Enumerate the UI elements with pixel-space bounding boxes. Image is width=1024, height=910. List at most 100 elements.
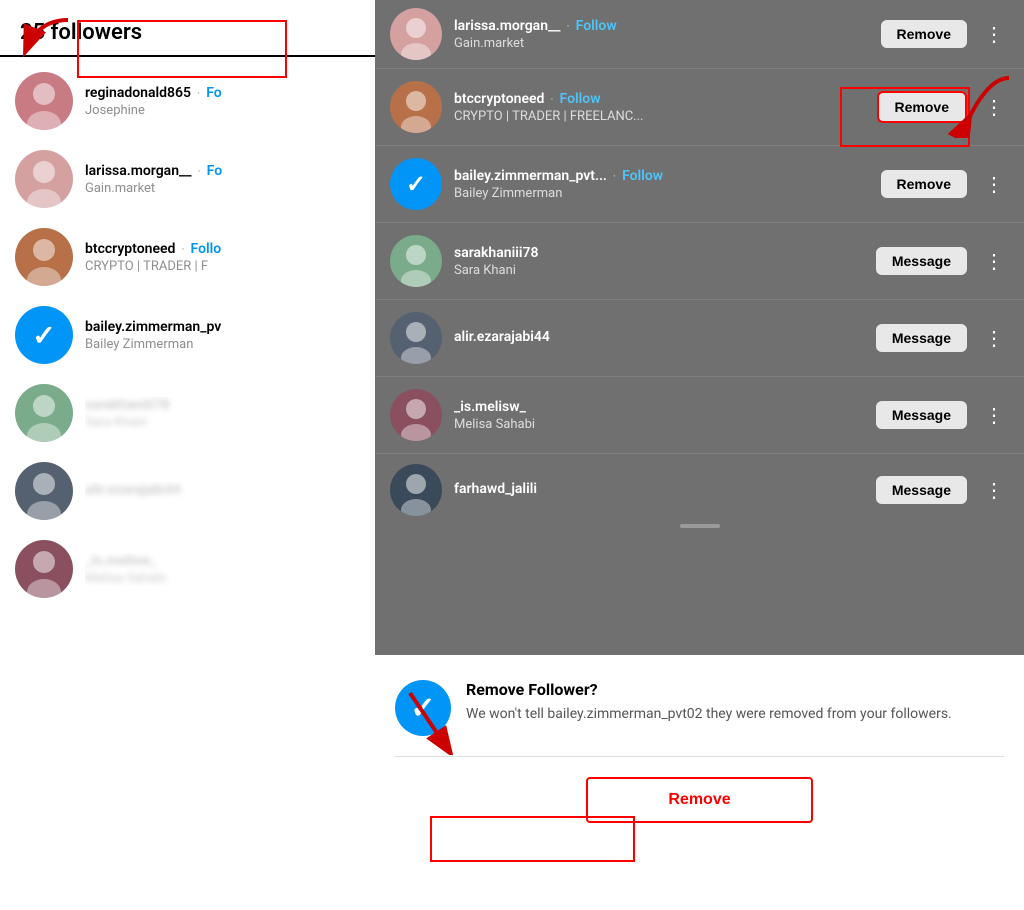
avatar bbox=[390, 8, 442, 60]
avatar bbox=[15, 150, 73, 208]
list-item[interactable]: btccryptoneed · Follo CRYPTO | TRADER | … bbox=[0, 218, 375, 296]
display-name: Gain.market bbox=[454, 36, 734, 51]
display-name: CRYPTO | TRADER | F bbox=[85, 259, 305, 274]
list-item[interactable]: alir.ezarajabi44 bbox=[0, 452, 375, 530]
right-followers-overlay: larissa.morgan__ · Follow Gain.market Re… bbox=[375, 0, 1024, 660]
list-item[interactable]: btccryptoneed · Follow CRYPTO | TRADER |… bbox=[375, 69, 1024, 146]
username: alir.ezarajabi44 bbox=[85, 482, 181, 498]
avatar bbox=[390, 464, 442, 516]
sheet-content: ✓ Remove Follower? We won't tell bailey.… bbox=[375, 655, 1024, 756]
avatar bbox=[390, 389, 442, 441]
user-info: larissa.morgan__ · Follow Gain.market bbox=[454, 18, 869, 51]
list-item[interactable]: alir.ezarajabi44 Message ⋮ bbox=[375, 300, 1024, 377]
remove-button[interactable]: Remove bbox=[881, 170, 967, 198]
avatar bbox=[15, 228, 73, 286]
follow-link[interactable]: Follow bbox=[576, 18, 617, 34]
username: reginadonald865 bbox=[85, 85, 191, 101]
username: btccryptoneed bbox=[85, 241, 175, 257]
more-options-icon[interactable]: ⋮ bbox=[979, 326, 1009, 350]
user-info: bailey.zimmerman_pv Bailey Zimmerman bbox=[85, 319, 360, 352]
username: bailey.zimmerman_pv bbox=[85, 319, 221, 335]
message-button[interactable]: Message bbox=[876, 324, 967, 352]
username: farhawd_jalili bbox=[454, 481, 537, 497]
display-name: Melisa Sahabi bbox=[454, 417, 734, 432]
remove-follower-sheet: ✓ Remove Follower? We won't tell bailey.… bbox=[375, 655, 1024, 910]
avatar bbox=[390, 235, 442, 287]
avatar bbox=[390, 81, 442, 133]
display-name: CRYPTO | TRADER | FREELANC... bbox=[454, 109, 734, 124]
follow-link[interactable]: Follo bbox=[191, 241, 222, 257]
user-info: farhawd_jalili bbox=[454, 481, 864, 499]
username: larissa.morgan__ bbox=[85, 163, 192, 179]
message-button[interactable]: Message bbox=[876, 476, 967, 504]
user-info: _is.melisw_ Melisa Sahabi bbox=[85, 553, 360, 586]
scroll-indicator bbox=[680, 524, 720, 528]
checkmark-icon: ✓ bbox=[32, 319, 55, 352]
list-item[interactable]: _is.melisw_ Melisa Sahabi bbox=[0, 530, 375, 608]
list-item[interactable]: farhawd_jalili Message ⋮ bbox=[375, 454, 1024, 516]
avatar bbox=[15, 540, 73, 598]
avatar bbox=[15, 384, 73, 442]
list-item[interactable]: sarakhaniii78 Sara Khani Message ⋮ bbox=[375, 223, 1024, 300]
more-options-icon[interactable]: ⋮ bbox=[979, 249, 1009, 273]
avatar: ✓ bbox=[15, 306, 73, 364]
user-info: sarakhaniii78 Sara Khani bbox=[85, 397, 360, 430]
sheet-remove-button[interactable]: Remove bbox=[586, 777, 812, 823]
more-options-icon[interactable]: ⋮ bbox=[979, 478, 1009, 502]
left-followers-panel: 25 followers reginadonald865 · Fo Joseph… bbox=[0, 0, 375, 910]
follow-link[interactable]: Follow bbox=[622, 168, 663, 184]
sheet-title: Remove Follower? bbox=[466, 680, 1004, 699]
display-name: Bailey Zimmerman bbox=[454, 186, 734, 201]
avatar: ✓ bbox=[390, 158, 442, 210]
annotation-arrow-topright bbox=[939, 68, 1019, 138]
message-button[interactable]: Message bbox=[876, 401, 967, 429]
user-info: sarakhaniii78 Sara Khani bbox=[454, 245, 864, 278]
user-info: btccryptoneed · Follo CRYPTO | TRADER | … bbox=[85, 241, 360, 274]
username: _is.melisw_ bbox=[85, 553, 157, 569]
checkmark-icon: ✓ bbox=[406, 170, 426, 198]
username: sarakhaniii78 bbox=[454, 245, 539, 261]
user-info: alir.ezarajabi44 bbox=[454, 329, 864, 347]
avatar bbox=[390, 312, 442, 364]
username: larissa.morgan__ bbox=[454, 18, 561, 34]
display-name: Sara Khani bbox=[454, 263, 734, 278]
display-name: Melisa Sahabi bbox=[85, 571, 305, 586]
user-info: alir.ezarajabi44 bbox=[85, 482, 360, 500]
display-name: Josephine bbox=[85, 103, 305, 118]
list-item[interactable]: sarakhaniii78 Sara Khani bbox=[0, 374, 375, 452]
list-item[interactable]: reginadonald865 · Fo Josephine bbox=[0, 62, 375, 140]
username: sarakhaniii78 bbox=[85, 397, 170, 413]
sheet-text: Remove Follower? We won't tell bailey.zi… bbox=[466, 680, 1004, 725]
avatar bbox=[15, 72, 73, 130]
username: btccryptoneed bbox=[454, 91, 544, 107]
username: _is.melisw_ bbox=[454, 399, 526, 415]
user-info: larissa.morgan__ · Fo Gain.market bbox=[85, 163, 360, 196]
list-item[interactable]: larissa.morgan__ · Fo Gain.market bbox=[0, 140, 375, 218]
annotation-arrow-sheet bbox=[390, 685, 470, 755]
display-name: Sara Khani bbox=[85, 415, 305, 430]
display-name: Bailey Zimmerman bbox=[85, 337, 305, 352]
more-options-icon[interactable]: ⋮ bbox=[979, 22, 1009, 46]
list-item[interactable]: ✓ bailey.zimmerman_pvt... · Follow Baile… bbox=[375, 146, 1024, 223]
message-button[interactable]: Message bbox=[876, 247, 967, 275]
list-item[interactable]: larissa.morgan__ · Follow Gain.market Re… bbox=[375, 0, 1024, 69]
sheet-description: We won't tell bailey.zimmerman_pvt02 the… bbox=[466, 705, 1004, 725]
follow-link[interactable]: Follow bbox=[560, 91, 601, 107]
remove-button[interactable]: Remove bbox=[881, 20, 967, 48]
more-options-icon[interactable]: ⋮ bbox=[979, 403, 1009, 427]
user-info: _is.melisw_ Melisa Sahabi bbox=[454, 399, 864, 432]
list-item[interactable]: ✓ bailey.zimmerman_pv Bailey Zimmerman bbox=[0, 296, 375, 374]
username: bailey.zimmerman_pvt... bbox=[454, 168, 607, 184]
sheet-divider bbox=[395, 756, 1004, 757]
username: alir.ezarajabi44 bbox=[454, 329, 550, 345]
follow-link[interactable]: Fo bbox=[206, 85, 221, 101]
list-item[interactable]: _is.melisw_ Melisa Sahabi Message ⋮ bbox=[375, 377, 1024, 454]
avatar bbox=[15, 462, 73, 520]
display-name: Gain.market bbox=[85, 181, 305, 196]
annotation-arrow-topleft bbox=[8, 12, 78, 67]
user-info: reginadonald865 · Fo Josephine bbox=[85, 85, 360, 118]
user-info: bailey.zimmerman_pvt... · Follow Bailey … bbox=[454, 168, 869, 201]
more-options-icon[interactable]: ⋮ bbox=[979, 172, 1009, 196]
follow-link[interactable]: Fo bbox=[207, 163, 222, 179]
user-info: btccryptoneed · Follow CRYPTO | TRADER |… bbox=[454, 91, 865, 124]
